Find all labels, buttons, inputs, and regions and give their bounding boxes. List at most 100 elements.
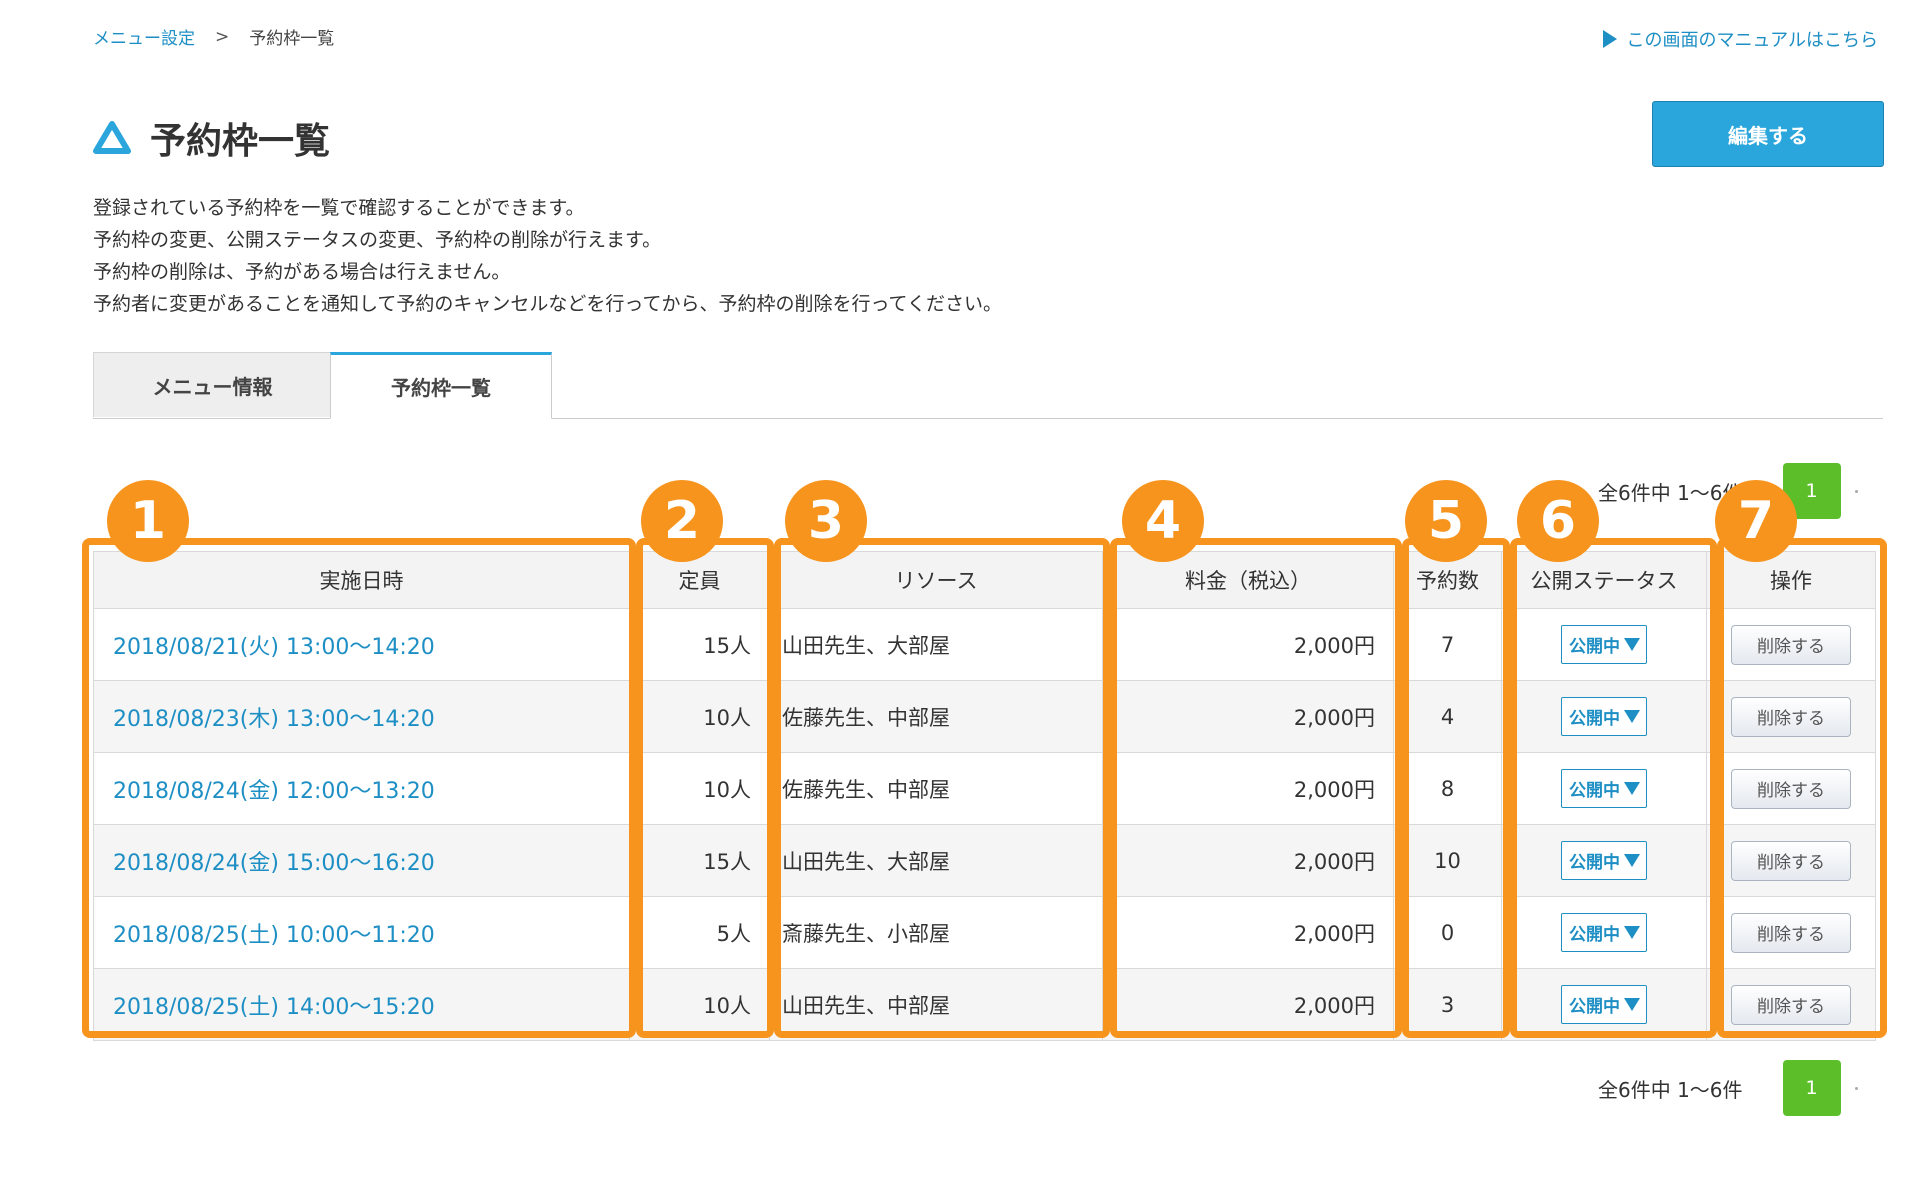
datetime-cell: 2018/08/25(土) 10:00〜11:20 <box>93 896 630 969</box>
caret-down-icon <box>1624 638 1640 651</box>
status-cell: 公開中 <box>1501 680 1707 753</box>
result-count: 全6件中 1〜6件 <box>1598 1077 1743 1102</box>
table-row: 2018/08/24(金) 15:00〜16:20 15人 山田先生、大部屋 2… <box>93 824 1876 897</box>
datetime-cell: 2018/08/24(金) 12:00〜13:20 <box>93 752 630 825</box>
action-cell: 削除する <box>1706 608 1876 681</box>
bookings-cell: 7 <box>1393 608 1502 681</box>
table-row: 2018/08/23(木) 13:00〜14:20 10人 佐藤先生、中部屋 2… <box>93 680 1876 753</box>
callout-number-5: 5 <box>1405 480 1487 562</box>
description-line: 登録されている予約枠を一覧で確認することができます。 <box>93 197 585 219</box>
callout-number-2: 2 <box>641 480 723 562</box>
action-cell: 削除する <box>1706 752 1876 825</box>
capacity-cell: 5人 <box>629 896 770 969</box>
action-cell: 削除する <box>1706 896 1876 969</box>
column-header-status: 公開ステータス <box>1501 551 1707 609</box>
price-cell: 2,000円 <box>1102 752 1394 825</box>
status-dropdown[interactable]: 公開中 <box>1561 697 1647 736</box>
callout-number-4: 4 <box>1122 480 1204 562</box>
table-header-row: 実施日時 定員 リソース 料金（税込） 予約数 公開ステータス 操作 <box>93 551 1876 609</box>
pagination-bottom: 全6件中 1〜6件 1 <box>1598 1060 1858 1116</box>
description-line: 予約者に変更があることを通知して予約のキャンセルなどを行ってから、予約枠の削除を… <box>93 293 1002 315</box>
datetime-link[interactable]: 2018/08/25(土) 10:00〜11:20 <box>95 923 435 948</box>
pager-dot <box>1854 489 1858 493</box>
capacity-cell: 15人 <box>629 608 770 681</box>
play-triangle-icon <box>1602 30 1617 48</box>
price-cell: 2,000円 <box>1102 824 1394 897</box>
capacity-cell: 10人 <box>629 752 770 825</box>
delete-button[interactable]: 削除する <box>1731 768 1851 809</box>
status-dropdown[interactable]: 公開中 <box>1561 985 1647 1024</box>
resource-cell: 山田先生、大部屋 <box>769 824 1103 897</box>
tab-menu-info[interactable]: メニュー情報 <box>93 352 332 417</box>
resource-cell: 佐藤先生、中部屋 <box>769 680 1103 753</box>
page-header: 予約枠一覧 <box>92 112 330 164</box>
resource-cell: 山田先生、中部屋 <box>769 968 1103 1041</box>
caret-down-icon <box>1624 998 1640 1011</box>
status-label: 公開中 <box>1569 781 1620 801</box>
resource-cell: 斎藤先生、小部屋 <box>769 896 1103 969</box>
price-cell: 2,000円 <box>1102 680 1394 753</box>
status-label: 公開中 <box>1569 637 1620 657</box>
description-line: 予約枠の削除は、予約がある場合は行えません。 <box>93 261 511 283</box>
status-dropdown[interactable]: 公開中 <box>1561 625 1647 664</box>
bookings-cell: 0 <box>1393 896 1502 969</box>
callout-number-3: 3 <box>785 480 867 562</box>
reservation-slot-table: 実施日時 定員 リソース 料金（税込） 予約数 公開ステータス 操作 2018/… <box>93 551 1876 1041</box>
status-label: 公開中 <box>1569 997 1620 1017</box>
capacity-cell: 10人 <box>629 680 770 753</box>
caret-down-icon <box>1624 710 1640 723</box>
callout-number-7: 7 <box>1715 480 1797 562</box>
column-header-datetime: 実施日時 <box>93 551 630 609</box>
datetime-cell: 2018/08/23(木) 13:00〜14:20 <box>93 680 630 753</box>
delete-button[interactable]: 削除する <box>1731 696 1851 737</box>
status-label: 公開中 <box>1569 925 1620 945</box>
delete-button[interactable]: 削除する <box>1731 624 1851 665</box>
page-number-button[interactable]: 1 <box>1782 1060 1841 1116</box>
status-dropdown[interactable]: 公開中 <box>1561 913 1647 952</box>
datetime-link[interactable]: 2018/08/24(金) 15:00〜16:20 <box>95 851 435 876</box>
status-dropdown[interactable]: 公開中 <box>1561 769 1647 808</box>
status-cell: 公開中 <box>1501 608 1707 681</box>
datetime-link[interactable]: 2018/08/24(金) 12:00〜13:20 <box>95 779 435 804</box>
breadcrumb: メニュー設定 > 予約枠一覧 <box>93 24 335 50</box>
breadcrumb-menu-settings-link[interactable]: メニュー設定 <box>93 24 195 49</box>
capacity-cell: 15人 <box>629 824 770 897</box>
triangle-logo-icon <box>93 121 131 154</box>
bookings-cell: 4 <box>1393 680 1502 753</box>
bookings-cell: 3 <box>1393 968 1502 1041</box>
column-header-capacity: 定員 <box>629 551 770 609</box>
datetime-link[interactable]: 2018/08/23(木) 13:00〜14:20 <box>95 707 435 732</box>
status-dropdown[interactable]: 公開中 <box>1561 841 1647 880</box>
edit-button[interactable]: 編集する <box>1652 101 1884 167</box>
status-cell: 公開中 <box>1501 968 1707 1041</box>
price-cell: 2,000円 <box>1102 968 1394 1041</box>
callout-number-1: 1 <box>107 480 189 562</box>
description-line: 予約枠の変更、公開ステータスの変更、予約枠の削除が行えます。 <box>93 229 662 251</box>
tab-reservation-slots[interactable]: 予約枠一覧 <box>330 352 552 419</box>
breadcrumb-separator: > <box>215 26 230 47</box>
manual-link[interactable]: この画面のマニュアルはこちら <box>1602 26 1878 52</box>
datetime-cell: 2018/08/25(土) 14:00〜15:20 <box>93 968 630 1041</box>
callout-number-6: 6 <box>1517 480 1599 562</box>
manual-link-label: この画面のマニュアルはこちら <box>1626 30 1878 51</box>
page-description: 登録されている予約枠を一覧で確認することができます。 予約枠の変更、公開ステータ… <box>93 192 1002 320</box>
resource-cell: 山田先生、大部屋 <box>769 608 1103 681</box>
delete-button[interactable]: 削除する <box>1731 912 1851 953</box>
bookings-cell: 8 <box>1393 752 1502 825</box>
caret-down-icon <box>1624 782 1640 795</box>
page-title: 予約枠一覧 <box>150 121 331 162</box>
breadcrumb-current: 予約枠一覧 <box>249 29 335 49</box>
datetime-link[interactable]: 2018/08/21(火) 13:00〜14:20 <box>95 635 435 660</box>
status-label: 公開中 <box>1569 709 1620 729</box>
resource-cell: 佐藤先生、中部屋 <box>769 752 1103 825</box>
datetime-link[interactable]: 2018/08/25(土) 14:00〜15:20 <box>95 995 435 1020</box>
tab-bar: メニュー情報 予約枠一覧 <box>93 352 1883 419</box>
price-cell: 2,000円 <box>1102 608 1394 681</box>
action-cell: 削除する <box>1706 968 1876 1041</box>
status-cell: 公開中 <box>1501 824 1707 897</box>
price-cell: 2,000円 <box>1102 896 1394 969</box>
datetime-cell: 2018/08/24(金) 15:00〜16:20 <box>93 824 630 897</box>
delete-button[interactable]: 削除する <box>1731 840 1851 881</box>
delete-button[interactable]: 削除する <box>1731 984 1851 1025</box>
column-header-action: 操作 <box>1706 551 1876 609</box>
